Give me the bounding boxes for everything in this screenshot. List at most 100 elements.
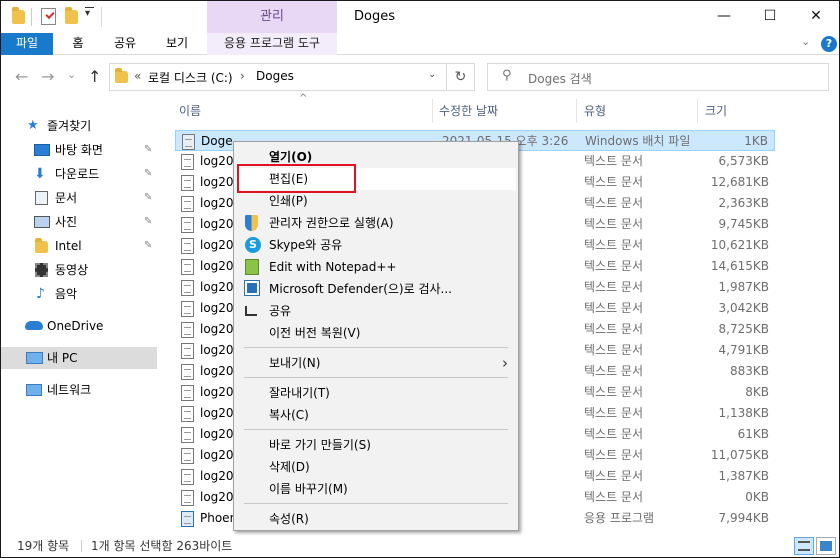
highlight-box bbox=[237, 164, 356, 193]
column-header-size[interactable]: 크기 bbox=[705, 101, 727, 121]
forward-button[interactable]: → bbox=[41, 67, 54, 86]
nav-item-music[interactable]: ♪ 음악 bbox=[1, 283, 157, 305]
nav-item-documents[interactable]: 문서 ✎ bbox=[1, 187, 157, 209]
tab-share[interactable]: 공유 bbox=[105, 33, 145, 55]
menu-item-30[interactable]: 바로 가기 만들기(S) bbox=[236, 434, 516, 456]
pin-icon: ✎ bbox=[144, 168, 153, 179]
network-icon bbox=[26, 384, 42, 396]
text-file-icon bbox=[181, 154, 194, 170]
column-divider[interactable] bbox=[697, 99, 698, 123]
nav-onedrive[interactable]: OneDrive bbox=[1, 315, 157, 337]
file-name: Phoen bbox=[200, 511, 238, 525]
menu-separator bbox=[244, 429, 508, 430]
properties-icon[interactable] bbox=[41, 8, 56, 25]
cloud-icon bbox=[25, 321, 43, 330]
search-box[interactable]: ⚲ Doges 검색 bbox=[487, 63, 829, 91]
tab-app-tools[interactable]: 응용 프로그램 도구 bbox=[207, 33, 337, 55]
shield-icon bbox=[245, 215, 258, 231]
text-file-icon bbox=[181, 196, 194, 212]
quick-access-dropdown-icon[interactable]: ▾ bbox=[85, 8, 90, 19]
menu-item-2[interactable]: 인쇄(P) bbox=[236, 190, 516, 212]
pictures-icon bbox=[34, 216, 50, 228]
menu-item-7[interactable]: 공유 bbox=[236, 300, 516, 322]
back-button[interactable]: ← bbox=[15, 67, 28, 86]
separator bbox=[101, 7, 102, 27]
separator bbox=[31, 8, 32, 26]
menu-item-10[interactable]: 보내기(N) › bbox=[236, 352, 516, 374]
menu-item-21[interactable]: 복사(C) bbox=[236, 404, 516, 426]
column-header-type[interactable]: 유형 bbox=[584, 101, 606, 121]
file-size: 1,387KB bbox=[718, 469, 769, 483]
large-icons-view-button[interactable] bbox=[816, 537, 836, 555]
file-size: 2,363KB bbox=[718, 196, 769, 210]
close-button[interactable]: ✕ bbox=[793, 1, 839, 31]
tab-view[interactable]: 보기 bbox=[157, 33, 197, 55]
column-header-date[interactable]: 수정한 날짜 bbox=[439, 101, 498, 121]
defender-icon bbox=[244, 280, 260, 296]
thumbnails-icon bbox=[820, 541, 832, 551]
file-size: 6,573KB bbox=[718, 154, 769, 168]
column-divider[interactable] bbox=[432, 99, 433, 123]
menu-separator bbox=[244, 377, 508, 378]
menu-item-label: 잘라내기(T) bbox=[269, 386, 330, 400]
menu-item-20[interactable]: 잘라내기(T) bbox=[236, 382, 516, 404]
file-size: 8,725KB bbox=[718, 322, 769, 336]
file-size: 1,987KB bbox=[718, 280, 769, 294]
details-icon bbox=[798, 541, 810, 551]
context-menu: 열기(O) 편집(E) 인쇄(P) 관리자 권한으로 실행(A) S Skype와 공유 E… bbox=[233, 141, 519, 531]
overflow-icon[interactable]: « bbox=[134, 69, 141, 83]
tab-file[interactable]: 파일 bbox=[1, 33, 53, 55]
file-type: 텍스트 문서 bbox=[584, 280, 644, 294]
maximize-button[interactable]: ☐ bbox=[747, 1, 793, 31]
nav-label: 바탕 화면 bbox=[55, 143, 103, 157]
help-icon[interactable]: ? bbox=[821, 36, 837, 52]
file-size: 1KB bbox=[744, 134, 768, 148]
details-view-button[interactable] bbox=[794, 537, 814, 555]
menu-item-40[interactable]: 속성(R) bbox=[236, 508, 516, 530]
column-divider[interactable] bbox=[576, 99, 577, 123]
menu-item-8[interactable]: 이전 버전 복원(V) bbox=[236, 322, 516, 344]
nav-item-pictures[interactable]: 사진 ✎ bbox=[1, 211, 157, 233]
tab-home[interactable]: 홈 bbox=[61, 33, 95, 55]
menu-item-32[interactable]: 이름 바꾸기(M) bbox=[236, 478, 516, 500]
nav-item-desktop[interactable]: 바탕 화면 ✎ bbox=[1, 139, 157, 161]
desktop-icon bbox=[34, 144, 50, 156]
menu-item-31[interactable]: 삭제(D) bbox=[236, 456, 516, 478]
text-file-icon bbox=[181, 364, 194, 380]
minimize-button[interactable]: — bbox=[701, 1, 747, 31]
breadcrumb-doges[interactable]: Doges bbox=[256, 69, 294, 83]
nav-quick-access[interactable]: ★ 즐겨찾기 bbox=[1, 115, 157, 137]
explorer-window: ▾ 관리 Doges — ☐ ✕ 파일 홈 공유 보기 응용 프로그램 도구 ⌄… bbox=[0, 0, 840, 558]
column-header-name[interactable]: 이름 bbox=[179, 101, 201, 121]
search-input[interactable]: Doges 검색 bbox=[528, 70, 592, 87]
file-type: 응용 프로그램 bbox=[584, 511, 655, 525]
nav-this-pc[interactable]: 내 PC bbox=[1, 347, 157, 369]
file-type: 텍스트 문서 bbox=[584, 322, 644, 336]
nav-item-videos[interactable]: 동영상 bbox=[1, 259, 157, 281]
menu-item-5[interactable]: Edit with Notepad++ bbox=[236, 256, 516, 278]
menu-item-label: Skype와 공유 bbox=[269, 238, 343, 252]
menu-item-4[interactable]: S Skype와 공유 bbox=[236, 234, 516, 256]
file-type: 텍스트 문서 bbox=[584, 364, 644, 378]
menu-item-3[interactable]: 관리자 권한으로 실행(A) bbox=[236, 212, 516, 234]
tab-manage[interactable]: 관리 bbox=[207, 1, 337, 33]
documents-icon bbox=[35, 191, 48, 205]
nav-item-intel[interactable]: Intel ✎ bbox=[1, 235, 157, 257]
address-bar[interactable]: « 로컬 디스크 (C:) › Doges ⌄ bbox=[109, 63, 447, 91]
status-bar: 19개 항목 1개 항목 선택함 263바이트 bbox=[1, 535, 839, 557]
breadcrumb-separator[interactable]: › bbox=[240, 69, 245, 83]
nav-network[interactable]: 네트워크 bbox=[1, 379, 157, 401]
expand-ribbon-icon[interactable]: ⌄ bbox=[801, 35, 810, 48]
folder-icon[interactable] bbox=[12, 7, 25, 24]
recent-locations-icon[interactable]: ⌄ bbox=[67, 68, 76, 81]
refresh-button[interactable]: ↻ bbox=[447, 63, 475, 91]
nav-item-downloads[interactable]: ⬇ 다운로드 ✎ bbox=[1, 163, 157, 185]
text-file-icon bbox=[181, 301, 194, 317]
address-dropdown-icon[interactable]: ⌄ bbox=[428, 69, 436, 80]
new-folder-icon[interactable] bbox=[65, 7, 78, 24]
menu-item-label: 보내기(N) bbox=[269, 356, 321, 370]
share-icon bbox=[245, 306, 257, 316]
up-button[interactable]: ↑ bbox=[88, 67, 101, 86]
breadcrumb-drive[interactable]: 로컬 디스크 (C:) bbox=[148, 69, 233, 86]
menu-item-6[interactable]: Microsoft Defender(으)로 검사... bbox=[236, 278, 516, 300]
